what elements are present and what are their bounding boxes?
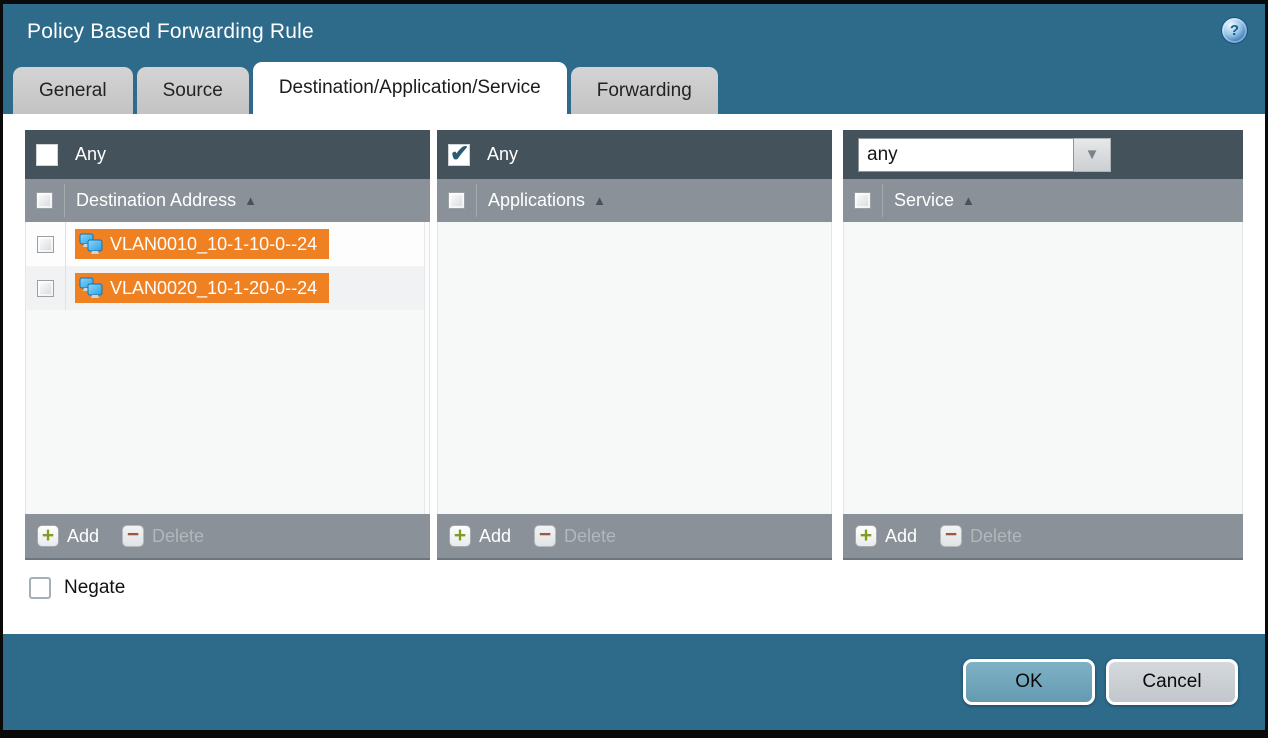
- service-dropdown-button[interactable]: ▼: [1074, 138, 1111, 172]
- row-checkbox-cell: [26, 222, 66, 266]
- service-rows: [843, 222, 1243, 514]
- destination-rows: VLAN0010_10-1-10-0--24: [25, 222, 430, 514]
- destination-footer: + Add − Delete: [25, 514, 430, 560]
- header-divider: [882, 184, 883, 217]
- sort-asc-icon[interactable]: ▲: [244, 193, 257, 208]
- checkmark-icon: ✔: [450, 140, 469, 167]
- applications-select-all-checkbox[interactable]: [448, 192, 465, 209]
- dialog-title: Policy Based Forwarding Rule: [27, 20, 314, 44]
- table-row: VLAN0020_10-1-20-0--24: [26, 266, 429, 310]
- applications-column-title[interactable]: Applications: [488, 190, 585, 211]
- applications-column-header: Applications ▲: [437, 179, 832, 222]
- header-divider: [64, 184, 65, 217]
- destination-any-header: Any: [25, 130, 430, 179]
- delete-button[interactable]: Delete: [970, 526, 1022, 547]
- service-panel: any ▼ Service ▲ + Add − Delete: [843, 130, 1243, 560]
- destination-any-label: Any: [75, 144, 106, 165]
- service-select-all-checkbox[interactable]: [854, 192, 871, 209]
- applications-footer: + Add − Delete: [437, 514, 832, 560]
- destination-column-header: Destination Address ▲: [25, 179, 430, 222]
- destination-address-item[interactable]: VLAN0020_10-1-20-0--24: [75, 273, 329, 303]
- network-address-icon: [79, 277, 103, 299]
- table-row: VLAN0010_10-1-10-0--24: [26, 222, 429, 266]
- add-icon[interactable]: +: [449, 525, 471, 547]
- delete-icon[interactable]: −: [534, 525, 556, 547]
- destination-any-checkbox[interactable]: [36, 144, 58, 166]
- dialog-footer: OK Cancel: [3, 634, 1265, 730]
- service-column-title[interactable]: Service: [894, 190, 954, 211]
- applications-panel: ✔ Any Applications ▲ + Add − Delete: [437, 130, 832, 560]
- row-checkbox-cell: [26, 266, 66, 310]
- tab-destination-application-service[interactable]: Destination/Application/Service: [253, 62, 567, 114]
- service-dropdown-value[interactable]: any: [858, 138, 1074, 172]
- destination-address-label: VLAN0010_10-1-10-0--24: [110, 234, 317, 255]
- destination-select-all-checkbox[interactable]: [36, 192, 53, 209]
- tab-content: Any Destination Address ▲: [3, 114, 1265, 634]
- destination-column-title[interactable]: Destination Address: [76, 190, 236, 211]
- add-icon[interactable]: +: [37, 525, 59, 547]
- add-button[interactable]: Add: [67, 526, 99, 547]
- tab-general[interactable]: General: [13, 67, 133, 114]
- tab-source[interactable]: Source: [137, 67, 249, 114]
- service-dropdown-header: any ▼: [843, 130, 1243, 179]
- negate-checkbox[interactable]: [29, 577, 51, 599]
- row-checkbox[interactable]: [37, 280, 54, 297]
- sort-asc-icon[interactable]: ▲: [593, 193, 606, 208]
- add-button[interactable]: Add: [479, 526, 511, 547]
- delete-icon[interactable]: −: [122, 525, 144, 547]
- service-footer: + Add − Delete: [843, 514, 1243, 560]
- applications-rows: [437, 222, 832, 514]
- add-icon[interactable]: +: [855, 525, 877, 547]
- title-bar: Policy Based Forwarding Rule ?: [3, 4, 1265, 62]
- destination-address-panel: Any Destination Address ▲: [25, 130, 430, 560]
- row-checkbox[interactable]: [37, 236, 54, 253]
- applications-any-header: ✔ Any: [437, 130, 832, 179]
- help-icon[interactable]: ?: [1221, 17, 1248, 44]
- question-glyph: ?: [1230, 22, 1239, 39]
- delete-button[interactable]: Delete: [152, 526, 204, 547]
- tab-forwarding[interactable]: Forwarding: [571, 67, 718, 114]
- applications-any-label: Any: [487, 144, 518, 165]
- service-column-header: Service ▲: [843, 179, 1243, 222]
- ok-button[interactable]: OK: [963, 659, 1095, 705]
- applications-any-checkbox[interactable]: ✔: [448, 144, 470, 166]
- tab-strip: General Source Destination/Application/S…: [3, 62, 1265, 114]
- destination-address-label: VLAN0020_10-1-20-0--24: [110, 278, 317, 299]
- delete-button[interactable]: Delete: [564, 526, 616, 547]
- cancel-button[interactable]: Cancel: [1106, 659, 1238, 705]
- negate-row: Negate: [29, 577, 1265, 599]
- destination-address-item[interactable]: VLAN0010_10-1-10-0--24: [75, 229, 329, 259]
- header-divider: [476, 184, 477, 217]
- chevron-down-icon: ▼: [1085, 146, 1100, 163]
- policy-forwarding-dialog: Policy Based Forwarding Rule ? General S…: [3, 4, 1265, 730]
- network-address-icon: [79, 233, 103, 255]
- service-dropdown: any ▼: [858, 138, 1111, 172]
- scrollbar[interactable]: [424, 222, 429, 514]
- delete-icon[interactable]: −: [940, 525, 962, 547]
- negate-label: Negate: [64, 577, 125, 599]
- sort-asc-icon[interactable]: ▲: [962, 193, 975, 208]
- add-button[interactable]: Add: [885, 526, 917, 547]
